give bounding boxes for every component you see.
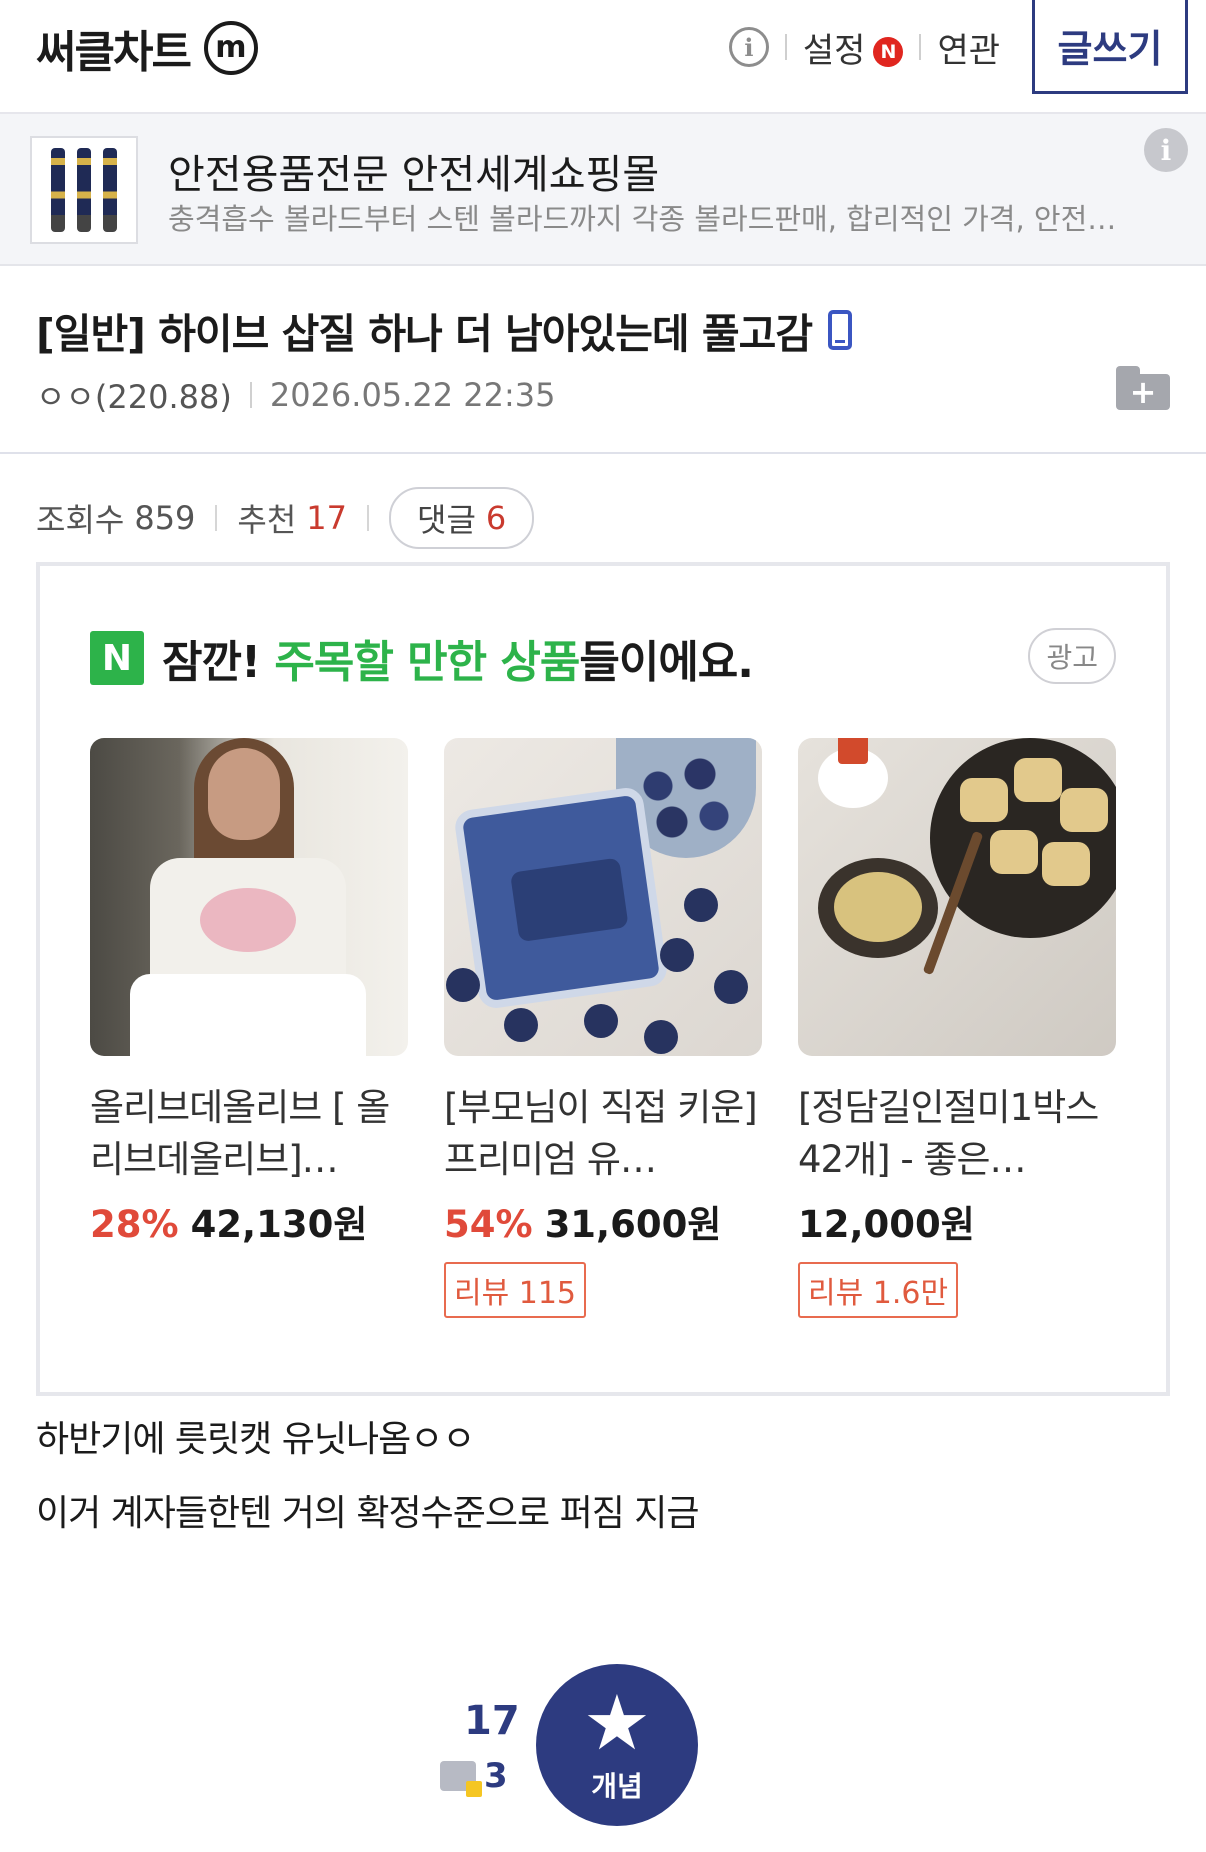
blueberry (644, 1020, 678, 1054)
divider (919, 34, 922, 60)
divider (249, 382, 252, 408)
blueberry (446, 968, 480, 1002)
rice-cake (1060, 788, 1108, 832)
tshirt-print (200, 888, 296, 952)
top-links: i 설정 N 연관 (728, 22, 1000, 72)
product-image-blueberry[interactable] (444, 738, 762, 1056)
header-divider (0, 452, 1206, 454)
author-name[interactable]: ㅇㅇ(220.88) (36, 372, 232, 418)
fixed-recommend: 3 (440, 1756, 508, 1797)
minor-gallery-icon: m (203, 21, 258, 75)
post-body-line: 이거 계자들한텐 거의 확정수준으로 퍼짐 지금 (36, 1493, 699, 1534)
mobile-icon (828, 310, 853, 350)
product-card[interactable]: [부모님이 직접 키운] 프리미엄 유… 54% 31,600원 리뷰 115 (444, 738, 762, 1318)
comments-count: 6 (485, 499, 507, 537)
promo-text: 잠깐! 주목할 만한 상품들이에요. (162, 626, 754, 690)
ad-label[interactable]: 광고 (1028, 628, 1116, 684)
blueberry-pack (453, 785, 669, 1011)
review-badge: 리뷰 115 (444, 1262, 586, 1318)
divider (784, 34, 787, 60)
product-name[interactable]: 올리브데올리브 [ 올리브데올리브]… (90, 1082, 408, 1186)
blueberry (714, 970, 748, 1004)
star-icon: ★ (582, 1678, 652, 1767)
post-title: [일반] 하이브 삽질 하나 더 남아있는데 풀고감 (36, 300, 853, 360)
review-badge: 리뷰 1.6만 (798, 1262, 959, 1318)
bollard-image (51, 148, 65, 232)
carrot-cup (818, 738, 888, 808)
price-value: 31,600원 (544, 1203, 722, 1246)
product-ad-box: N 잠깐! 주목할 만한 상품들이에요. 광고 올리브데올리브 [ 올리브데올리… (36, 562, 1170, 1396)
related-link[interactable]: 연관 (937, 23, 1000, 72)
product-list: 올리브데올리브 [ 올리브데올리브]… 28% 42,130원 [부모님이 직접 … (90, 738, 1116, 1318)
ad-info-icon[interactable]: i (1144, 128, 1188, 172)
naver-n-icon: N (90, 631, 144, 685)
product-price: 12,000원 (798, 1194, 1116, 1248)
views-label: 조회수 (36, 501, 125, 539)
rice-cake (1014, 758, 1062, 802)
promo-heading: N 잠깐! 주목할 만한 상품들이에요. (90, 626, 754, 690)
ad-title[interactable]: 안전용품전문 안전세계쇼핑몰 (168, 142, 659, 200)
product-name[interactable]: [부모님이 직접 키운] 프리미엄 유… (444, 1082, 762, 1186)
blueberry (584, 1004, 618, 1038)
recommend-button[interactable]: ★ 개념 (536, 1664, 698, 1826)
bollard-image (77, 148, 91, 232)
post-stats: 조회수 859 추천 17 댓글 6 (36, 487, 535, 549)
price-value: 42,130원 (190, 1203, 368, 1246)
views-count: 859 (134, 499, 196, 537)
skirt (130, 974, 366, 1056)
product-card[interactable]: [정담길인절미1박스42개] - 좋은… 12,000원 리뷰 1.6만 (798, 738, 1116, 1318)
new-badge: N (873, 37, 904, 67)
rice-cake-plate (930, 738, 1116, 938)
promo-tail: 들이에요. (579, 637, 754, 688)
discount-rate: 28% (90, 1203, 179, 1246)
bollard-image (103, 148, 117, 232)
rice-cake (1042, 842, 1090, 886)
product-price: 54% 31,600원 (444, 1194, 762, 1248)
blueberry (660, 938, 694, 972)
post-meta: ㅇㅇ(220.88) 2026.05.22 22:35 (36, 372, 555, 418)
recommend-label: 추천 (237, 501, 297, 539)
rice-cake (990, 830, 1038, 874)
rice-cake (960, 778, 1008, 822)
folder-body: + (1116, 374, 1170, 410)
recommend-button-label: 개념 (591, 1770, 643, 1803)
product-image-injeolmi[interactable] (798, 738, 1116, 1056)
pack-label (510, 857, 629, 943)
comments-label: 댓글 (417, 501, 476, 539)
settings-label: 설정 (802, 30, 866, 71)
divider (367, 505, 370, 531)
gallery-brand[interactable]: 써클차트 m (36, 18, 258, 78)
blueberry (504, 1008, 538, 1042)
post-body-line: 하반기에 릇릿캣 유닛나옴ㅇㅇ (36, 1419, 475, 1460)
add-folder-icon[interactable]: + (1116, 366, 1170, 410)
ad-description[interactable]: 충격흡수 볼라드부터 스텐 볼라드까지 각종 볼라드판매, 합리적인 가격, 안… (168, 196, 1168, 238)
product-image-tshirt[interactable] (90, 738, 408, 1056)
write-button[interactable]: 글쓰기 (1032, 0, 1188, 94)
settings-link[interactable]: 설정 N (803, 23, 904, 72)
discount-rate: 54% (444, 1203, 533, 1246)
post-date: 2026.05.22 22:35 (269, 376, 556, 414)
fixed-recommend-count: 3 (484, 1756, 508, 1796)
ad-thumbnail[interactable] (30, 136, 138, 244)
promo-highlight: 주목할 만한 상품 (274, 637, 580, 688)
promo-lead: 잠깐! (162, 637, 275, 688)
comments-button[interactable]: 댓글 6 (389, 487, 535, 549)
soybean-powder (834, 872, 922, 942)
blueberry (684, 888, 718, 922)
gallery-title[interactable]: 써클차트 (36, 16, 192, 80)
info-icon[interactable]: i (728, 27, 769, 67)
model-face (208, 748, 280, 840)
fixed-user-icon (440, 1761, 482, 1797)
divider (215, 505, 218, 531)
top-bar: 써클차트 m i 설정 N 연관 글쓰기 (0, 0, 1206, 114)
product-price: 28% 42,130원 (90, 1194, 408, 1248)
post-title-text: [일반] 하이브 삽질 하나 더 남아있는데 풀고감 (36, 310, 813, 358)
product-name[interactable]: [정담길인절미1박스42개] - 좋은… (798, 1082, 1116, 1186)
ad-banner[interactable]: 안전용품전문 안전세계쇼핑몰 충격흡수 볼라드부터 스텐 볼라드까지 각종 볼라… (0, 114, 1206, 266)
product-card[interactable]: 올리브데올리브 [ 올리브데올리브]… 28% 42,130원 (90, 738, 408, 1318)
recommend-total: 17 (464, 1698, 520, 1744)
recommend-count: 17 (306, 499, 348, 537)
price-value: 12,000원 (798, 1203, 975, 1246)
